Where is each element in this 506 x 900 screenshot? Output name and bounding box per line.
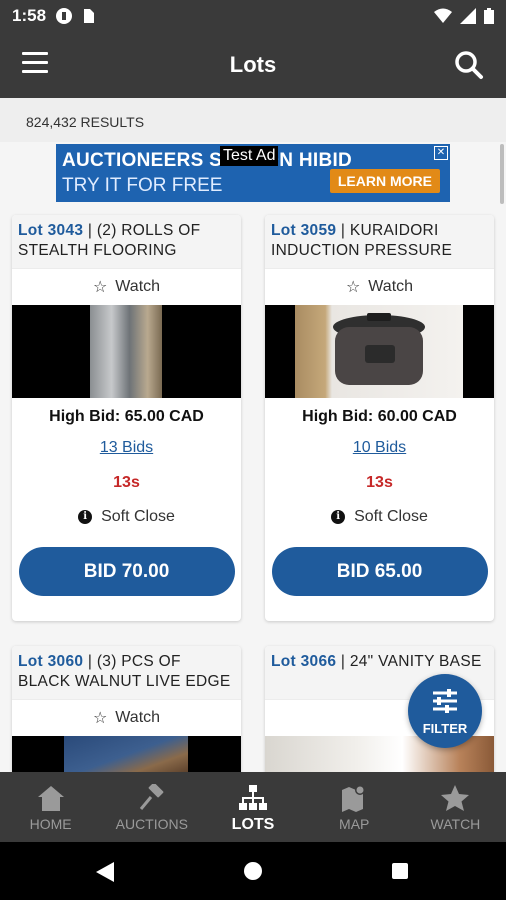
time-left: 13s <box>366 474 393 491</box>
high-bid: High Bid: 60.00 CAD <box>302 408 457 425</box>
watch-button[interactable]: ☆ Watch <box>12 268 241 305</box>
walnut-slabs-photo <box>64 736 188 772</box>
star-outline-icon: ☆ <box>345 279 361 296</box>
lot-title: Lot 3060 | (3) PCS OF BLACK WALNUT LIVE … <box>12 646 241 699</box>
app-notification-icon <box>56 8 73 24</box>
nav-home[interactable]: HOME <box>0 772 101 842</box>
battery-icon <box>484 8 494 24</box>
lot-number-link[interactable]: Lot 3066 <box>271 653 336 670</box>
nav-home-label: HOME <box>29 816 72 832</box>
star-outline-icon: ☆ <box>92 710 108 727</box>
test-ad-label: Test Ad <box>220 146 279 166</box>
nav-auctions[interactable]: AUCTIONS <box>101 772 202 842</box>
system-nav-bar <box>0 842 506 900</box>
bids-link[interactable]: 13 Bids <box>12 439 241 457</box>
bottom-nav: HOME AUCTIONS LOTS MAP WATCH <box>0 772 506 842</box>
wifi-icon <box>434 8 452 23</box>
star-outline-icon: ☆ <box>92 279 108 296</box>
status-time: 1:58 <box>12 6 47 25</box>
soft-close: i Soft Close <box>265 508 494 526</box>
flooring-rolls-photo <box>90 305 162 398</box>
pressure-cooker-photo <box>295 305 463 398</box>
info-icon[interactable]: i <box>331 510 346 524</box>
nav-auctions-label: AUCTIONS <box>115 816 188 832</box>
high-bid: High Bid: 65.00 CAD <box>49 408 204 425</box>
ad-subline: TRY IT FOR FREE <box>62 175 223 196</box>
lot-title: Lot 3043 | (2) ROLLS OF STEALTH FLOORING <box>12 215 241 268</box>
bids-link[interactable]: 10 Bids <box>265 439 494 457</box>
time-left: 13s <box>113 474 140 491</box>
search-icon[interactable] <box>454 50 484 80</box>
info-icon[interactable]: i <box>78 510 93 524</box>
tune-icon <box>433 689 457 713</box>
watch-button[interactable]: ☆ Watch <box>12 699 241 736</box>
nav-lots-label: LOTS <box>231 816 275 833</box>
lot-number-link[interactable]: Lot 3043 <box>18 222 83 239</box>
filter-label: FILTER <box>422 721 468 736</box>
map-pin-icon <box>342 785 366 812</box>
bid-button[interactable]: BID 70.00 <box>18 547 235 596</box>
home-circle-icon[interactable] <box>244 862 262 880</box>
lot-description: | 24" VANITY BASE <box>336 653 482 670</box>
filter-button[interactable]: FILTER <box>408 674 482 748</box>
watch-button[interactable]: ☆ Watch <box>265 268 494 305</box>
ad-headline: AUCTIONEERS SELL ON HIBID <box>62 150 353 171</box>
home-icon <box>37 786 64 811</box>
nav-map[interactable]: MAP <box>304 772 405 842</box>
recents-icon[interactable] <box>392 863 408 879</box>
soft-close-label: Soft Close <box>101 508 175 525</box>
soft-close-label: Soft Close <box>354 508 428 525</box>
watch-label: Watch <box>115 709 161 726</box>
star-icon <box>441 785 470 811</box>
watch-label: Watch <box>115 278 161 295</box>
lot-card[interactable]: Lot 3043 | (2) ROLLS OF STEALTH FLOORING… <box>12 215 241 621</box>
lot-card[interactable]: Lot 3060 | (3) PCS OF BLACK WALNUT LIVE … <box>12 646 241 772</box>
signal-icon <box>460 8 476 24</box>
lot-image[interactable] <box>265 305 494 398</box>
results-count: 824,432 RESULTS <box>0 98 506 142</box>
back-icon[interactable] <box>96 862 114 882</box>
lots-hierarchy-icon <box>239 785 267 810</box>
nav-watch[interactable]: WATCH <box>405 772 506 842</box>
bid-button[interactable]: BID 65.00 <box>271 547 488 596</box>
lot-title: Lot 3059 | KURAIDORI INDUCTION PRESSURE <box>265 215 494 268</box>
nav-map-label: MAP <box>339 816 370 832</box>
watch-label: Watch <box>368 278 414 295</box>
lot-number-link[interactable]: Lot 3059 <box>271 222 336 239</box>
gavel-icon <box>139 784 164 810</box>
ad-learn-more-button[interactable]: LEARN MORE <box>329 169 440 193</box>
status-bar: 1:58 <box>0 0 506 32</box>
soft-close: i Soft Close <box>12 508 241 526</box>
scrollbar[interactable] <box>500 144 504 204</box>
nav-lots[interactable]: LOTS <box>202 772 303 842</box>
pressure-cooker-graphic <box>333 313 425 385</box>
sd-card-icon <box>84 9 95 23</box>
lot-card[interactable]: Lot 3059 | KURAIDORI INDUCTION PRESSURE … <box>265 215 494 621</box>
menu-icon[interactable] <box>22 52 48 76</box>
page-title: Lots <box>229 52 277 77</box>
ad-close-icon[interactable]: ✕ <box>434 146 448 160</box>
lot-image[interactable] <box>12 305 241 398</box>
ad-banner[interactable]: AUCTIONEERS SELL ON HIBID TRY IT FOR FRE… <box>56 144 450 202</box>
nav-watch-label: WATCH <box>430 816 481 832</box>
lot-number-link[interactable]: Lot 3060 <box>18 653 83 670</box>
lot-image[interactable] <box>12 736 241 772</box>
app-bar: Lots <box>0 32 506 98</box>
